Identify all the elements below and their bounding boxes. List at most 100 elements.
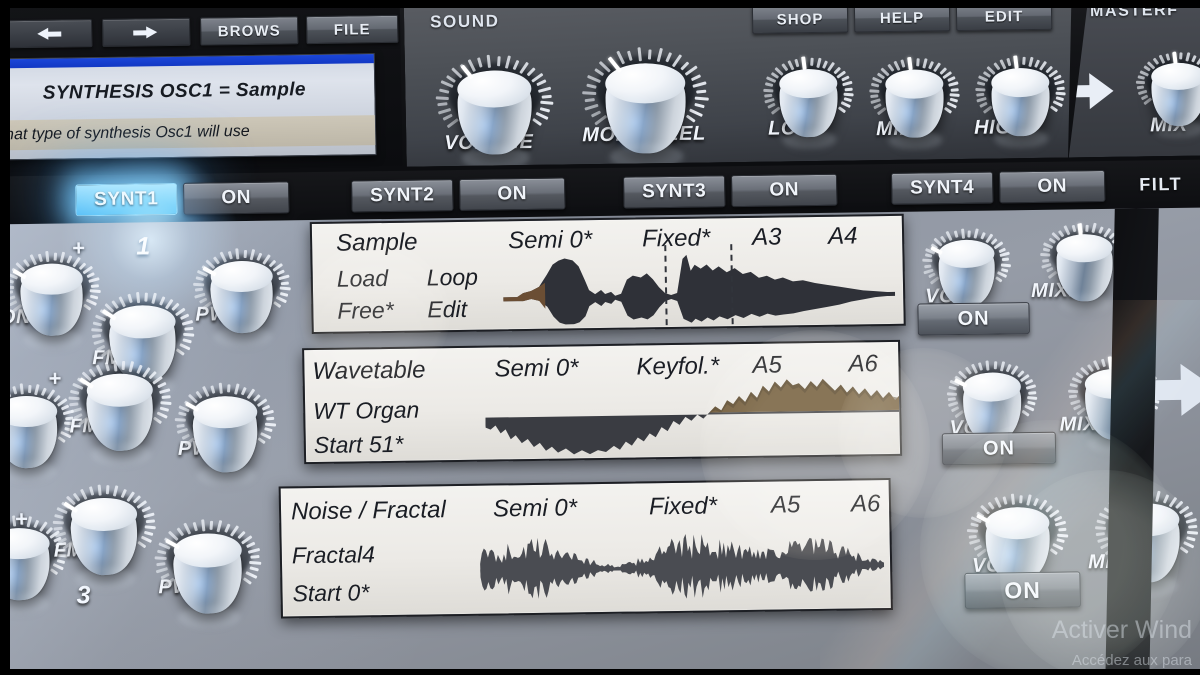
tab-synt2[interactable]: SYNT2 — [350, 179, 454, 213]
browse-button[interactable]: BROWS — [199, 16, 299, 46]
osc1-on-label: ON — [957, 307, 990, 330]
letterbox-left — [0, 0, 10, 675]
masterfx-section: MASTERF MIX — [1066, 0, 1200, 157]
synt4-on-label: ON — [1037, 175, 1068, 197]
prev-preset-button[interactable] — [4, 19, 93, 49]
masterfx-mix-knob[interactable]: MIX — [1122, 31, 1200, 157]
edit-label: EDIT — [984, 7, 1024, 26]
osc2-key-low[interactable]: A5 — [752, 351, 782, 379]
osc3-start-value[interactable]: Start 0* — [292, 579, 369, 607]
knob-cap — [885, 69, 944, 99]
osc3-key-low[interactable]: A5 — [771, 491, 801, 519]
knob-cap — [173, 532, 243, 568]
synth-plugin-window: BROWS FILE SYNTHESIS OSC1 = Sample s wha… — [0, 0, 1200, 675]
osc1-loop-button[interactable]: Loop — [427, 264, 479, 292]
letterbox-top — [0, 0, 1200, 8]
modwheel-knob[interactable]: MODWHEEL — [576, 26, 715, 188]
osc2-fm-knob[interactable]: FM — [58, 340, 183, 484]
synt1-on-label: ON — [221, 186, 252, 209]
osc1-free-button[interactable]: Free* — [337, 297, 394, 325]
synt3-on-button[interactable]: ON — [730, 173, 838, 208]
filter-section-label: FILT — [1139, 173, 1183, 195]
tab-synt4[interactable]: SYNT4 — [890, 171, 994, 205]
low-knob[interactable]: LOW — [750, 36, 866, 168]
lcd-help-text: s what type of synthesis Osc1 will use — [0, 115, 376, 151]
osc3-type: Noise / Fractal — [290, 496, 447, 526]
synt1-on-button[interactable]: ON — [183, 181, 290, 215]
knob-cap — [962, 371, 1022, 402]
osc3-pw-knob[interactable]: PW — [145, 499, 272, 647]
osc2-type: Wavetable — [312, 356, 426, 386]
osc3-on-button[interactable]: ON — [964, 571, 1081, 609]
osc1-edit-button[interactable]: Edit — [427, 296, 467, 324]
synth-rack: BROWS FILE SYNTHESIS OSC1 = Sample s wha… — [0, 0, 1200, 675]
osc3-fractal-name[interactable]: Fractal4 — [292, 541, 376, 569]
knob-reflection — [1154, 119, 1200, 138]
osc2-semi[interactable]: Semi 0* — [494, 354, 579, 383]
arrow-right-icon — [1063, 65, 1116, 118]
file-button[interactable]: FILE — [305, 14, 399, 45]
shop-button[interactable]: SHOP — [752, 5, 849, 34]
osc2-pw-knob[interactable]: PW — [164, 362, 287, 504]
sound-section: SOUND SHOP HELP EDIT VOLUME MODWHEEL LOW — [404, 0, 1075, 167]
browse-label: BROWS — [217, 21, 281, 40]
osc3-on-label: ON — [1004, 576, 1042, 603]
osc3-plus-mark: + — [14, 506, 29, 532]
osc2-waveform[interactable] — [485, 376, 900, 458]
oscillator-panel: TONE + 1 FM PW ONE + 2 FM PW NE + 3 FM — [0, 207, 1200, 675]
knob-reflection — [461, 145, 530, 171]
osc2-start-value[interactable]: Start 51* — [314, 431, 404, 459]
arrow-left-icon — [35, 27, 61, 40]
knob-cap — [1151, 62, 1200, 90]
osc2-key-high[interactable]: A6 — [848, 350, 878, 378]
mid-knob[interactable]: MID — [856, 37, 972, 169]
windows-activation-title: Activer Wind — [1051, 616, 1192, 644]
osc1-waveform[interactable] — [502, 246, 896, 325]
volume-knob[interactable]: VOLUME — [428, 35, 561, 189]
lcd-title: SYNTHESIS OSC1 = Sample — [42, 79, 307, 104]
synt4-on-button[interactable]: ON — [998, 169, 1106, 204]
tab-synt3[interactable]: SYNT3 — [622, 175, 726, 209]
synt2-on-label: ON — [497, 183, 528, 205]
top-bar: BROWS FILE SYNTHESIS OSC1 = Sample s wha… — [0, 0, 1200, 177]
osc3-semi[interactable]: Semi 0* — [493, 494, 578, 523]
osc2-on-label: ON — [982, 436, 1016, 460]
windows-activation-subtitle: Accédez aux para — [1071, 652, 1192, 669]
tab-synt4-label: SYNT4 — [909, 176, 975, 199]
osc1-on-button[interactable]: ON — [917, 302, 1030, 336]
osc2-wavetable-name[interactable]: WT Organ — [313, 397, 420, 425]
arrow-right-icon — [133, 26, 159, 39]
knob-pointer — [1172, 51, 1177, 63]
synt3-on-label: ON — [769, 179, 800, 201]
osc1-display[interactable]: Sample Semi 0* Fixed* A3 A4 Load Loop Fr… — [309, 213, 906, 335]
shop-label: SHOP — [776, 10, 824, 29]
osc3-display[interactable]: Noise / Fractal Semi 0* Fixed* A5 A6 Fra… — [278, 477, 893, 619]
knob-cap — [991, 67, 1050, 97]
help-label: HELP — [879, 8, 925, 27]
osc3-waveform[interactable] — [479, 520, 885, 612]
letterbox-bottom — [0, 669, 1200, 675]
osc1-pw-knob[interactable]: PW — [182, 228, 302, 366]
tab-synt1[interactable]: SYNT1 — [75, 182, 178, 217]
knob-reflection — [196, 463, 256, 487]
osc3-mode[interactable]: Fixed* — [649, 492, 718, 521]
osc1-type: Sample — [335, 228, 418, 257]
knob-cap — [779, 68, 838, 98]
osc3-key-high[interactable]: A6 — [851, 490, 881, 518]
tab-synt2-label: SYNT2 — [369, 184, 435, 207]
osc1-load-button[interactable]: Load — [337, 265, 389, 293]
osc2-on-button[interactable]: ON — [941, 431, 1057, 466]
synt2-on-button[interactable]: ON — [458, 177, 566, 211]
osc1-number: 1 — [135, 232, 151, 261]
file-label: FILE — [333, 20, 371, 39]
browser-section: BROWS FILE SYNTHESIS OSC1 = Sample s wha… — [0, 0, 403, 172]
next-preset-button[interactable] — [101, 17, 191, 47]
panel-divider — [1105, 208, 1159, 675]
osc1-plus-mark: + — [71, 235, 86, 261]
tab-synt1-label: SYNT1 — [93, 188, 159, 211]
osc2-display[interactable]: Wavetable Semi 0* Keyfol.* A5 A6 WT Orga… — [302, 339, 903, 465]
high-knob[interactable]: HIGH — [962, 35, 1078, 167]
tab-synt3-label: SYNT3 — [641, 180, 707, 203]
lcd-display[interactable]: SYNTHESIS OSC1 = Sample s what type of s… — [0, 53, 377, 161]
osc2-mode[interactable]: Keyfol.* — [636, 352, 719, 381]
